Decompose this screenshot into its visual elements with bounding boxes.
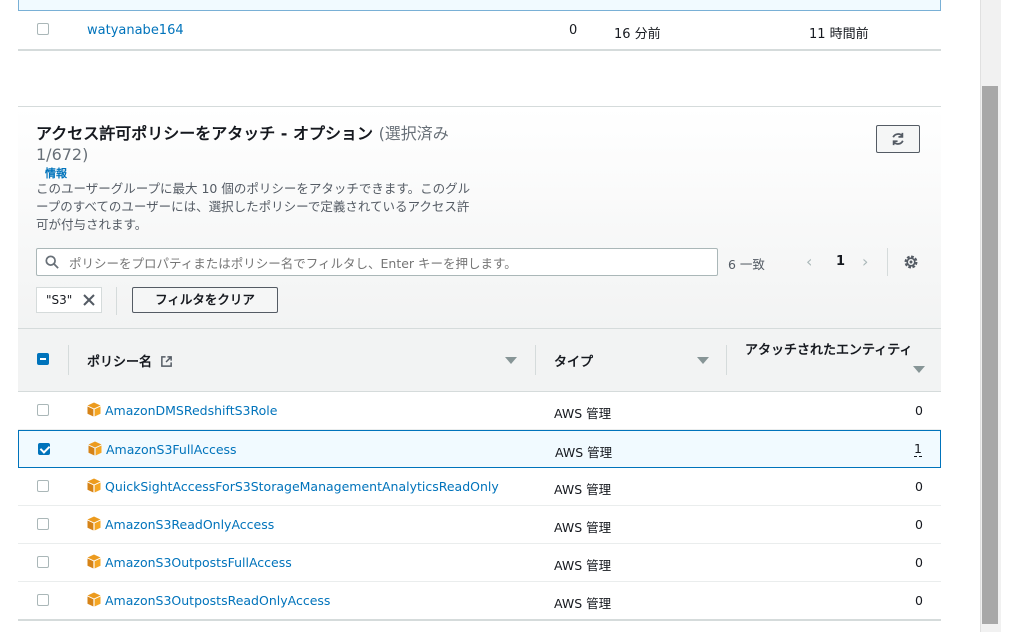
- panel-title-text: アクセス許可ポリシーをアタッチ - オプション: [36, 124, 373, 143]
- panel-title: アクセス許可ポリシーをアタッチ - オプション (選択済み 1/672): [36, 123, 476, 165]
- aws-policy-box-icon: [87, 592, 101, 607]
- policy-attached-entities: 0: [915, 593, 923, 608]
- column-divider: [726, 345, 727, 375]
- column-divider: [68, 345, 69, 375]
- policy-table-row[interactable]: AmazonS3FullAccess AWS 管理 1: [18, 430, 941, 468]
- attach-policies-panel: アクセス許可ポリシーをアタッチ - オプション (選択済み 1/672) 情報 …: [18, 106, 941, 621]
- sort-down-icon[interactable]: [697, 357, 709, 364]
- panel-header: アクセス許可ポリシーをアタッチ - オプション (選択済み 1/672) 情報 …: [18, 107, 941, 328]
- aws-policy-box-icon: [87, 402, 101, 417]
- policy-row-checkbox[interactable]: [37, 404, 49, 416]
- policy-type: AWS 管理: [554, 596, 612, 611]
- refresh-icon: [892, 132, 904, 146]
- close-icon[interactable]: [81, 292, 97, 308]
- user-name-link[interactable]: watyanabe164: [87, 23, 184, 38]
- policy-table-row[interactable]: AmazonDMSRedshiftS3Role AWS 管理 0: [18, 392, 941, 430]
- scrollbar-thumb[interactable]: [982, 86, 998, 624]
- policy-row-checkbox[interactable]: [37, 556, 49, 568]
- panel-bottom-border: [18, 619, 941, 621]
- user-group-count: 0: [569, 23, 578, 38]
- policy-row-checkbox[interactable]: [38, 443, 50, 455]
- policy-table-row[interactable]: AmazonS3OutpostsFullAccess AWS 管理 0: [18, 544, 941, 582]
- policy-name-link[interactable]: QuickSightAccessForS3StorageManagementAn…: [105, 479, 499, 494]
- aws-policy-box-icon: [87, 478, 101, 493]
- users-table: watyanabe164 0 16 分前 11 時間前: [18, 0, 941, 51]
- policy-attached-entities: 0: [915, 517, 923, 532]
- policy-row-checkbox[interactable]: [37, 594, 49, 606]
- users-table-row-previous: [18, 0, 941, 11]
- chevron-left-icon[interactable]: ‹: [806, 252, 822, 272]
- external-link-icon: [160, 356, 172, 367]
- policy-table-row[interactable]: AmazonS3OutpostsReadOnlyAccess AWS 管理 0: [18, 582, 941, 620]
- user-last-activity: 16 分前: [614, 27, 661, 42]
- policy-name-link[interactable]: AmazonS3OutpostsReadOnlyAccess: [105, 593, 330, 608]
- policy-type: AWS 管理: [555, 445, 613, 460]
- policy-row-checkbox[interactable]: [37, 480, 49, 492]
- aws-policy-box-icon: [87, 554, 101, 569]
- policy-table-row[interactable]: AmazonS3ReadOnlyAccess AWS 管理 0: [18, 506, 941, 544]
- users-table-row[interactable]: watyanabe164 0 16 分前 11 時間前: [18, 11, 941, 51]
- token-divider: [116, 287, 117, 315]
- policy-name-link[interactable]: AmazonS3OutpostsFullAccess: [105, 555, 292, 570]
- user-row-checkbox[interactable]: [37, 23, 49, 35]
- pagination-divider: [887, 248, 888, 276]
- policy-table-header: ポリシー名 タイプ アタッチされたエンティティ: [18, 328, 941, 392]
- filter-token-label: "S3": [46, 293, 73, 307]
- policy-type: AWS 管理: [554, 520, 612, 535]
- pagination-current-page[interactable]: 1: [836, 254, 845, 269]
- match-count: 6 一致: [728, 257, 765, 272]
- refresh-button[interactable]: [876, 125, 920, 153]
- policy-attached-entities[interactable]: 1: [914, 442, 922, 457]
- policy-attached-entities: 0: [915, 555, 923, 570]
- policy-search-input[interactable]: [67, 253, 711, 273]
- aws-policy-box-icon: [88, 441, 102, 456]
- policy-name-link[interactable]: AmazonS3ReadOnlyAccess: [105, 517, 274, 532]
- gear-icon[interactable]: [902, 253, 920, 271]
- chevron-right-icon[interactable]: ›: [862, 252, 878, 272]
- column-divider: [535, 345, 536, 375]
- info-link[interactable]: 情報: [45, 165, 67, 181]
- column-header-policy-name[interactable]: ポリシー名: [87, 351, 173, 370]
- policy-row-checkbox[interactable]: [37, 518, 49, 530]
- column-header-attached-entities[interactable]: アタッチされたエンティティ: [745, 342, 915, 360]
- panel-description: このユーザーグループに最大 10 個のポリシーをアタッチできます。このグループの…: [36, 181, 471, 232]
- policy-search-box[interactable]: [36, 248, 718, 276]
- search-icon: [45, 255, 59, 269]
- column-header-type[interactable]: タイプ: [554, 351, 593, 370]
- select-all-checkbox[interactable]: [37, 353, 49, 365]
- aws-policy-box-icon: [87, 516, 101, 531]
- policy-attached-entities: 0: [915, 403, 923, 418]
- sort-down-icon[interactable]: [505, 357, 517, 364]
- policy-type: AWS 管理: [554, 558, 612, 573]
- clear-filters-button[interactable]: フィルタをクリア: [132, 287, 278, 313]
- filter-token: "S3": [36, 287, 102, 313]
- user-created: 11 時間前: [809, 27, 869, 42]
- sort-down-icon[interactable]: [913, 366, 925, 373]
- policy-attached-entities: 0: [915, 479, 923, 494]
- policy-name-link[interactable]: AmazonS3FullAccess: [106, 442, 237, 457]
- policy-type: AWS 管理: [554, 406, 612, 421]
- policy-type: AWS 管理: [554, 482, 612, 497]
- column-header-policy-name-label: ポリシー名: [87, 355, 153, 370]
- policy-name-link[interactable]: AmazonDMSRedshiftS3Role: [105, 403, 277, 418]
- policy-table-row[interactable]: QuickSightAccessForS3StorageManagementAn…: [18, 468, 941, 506]
